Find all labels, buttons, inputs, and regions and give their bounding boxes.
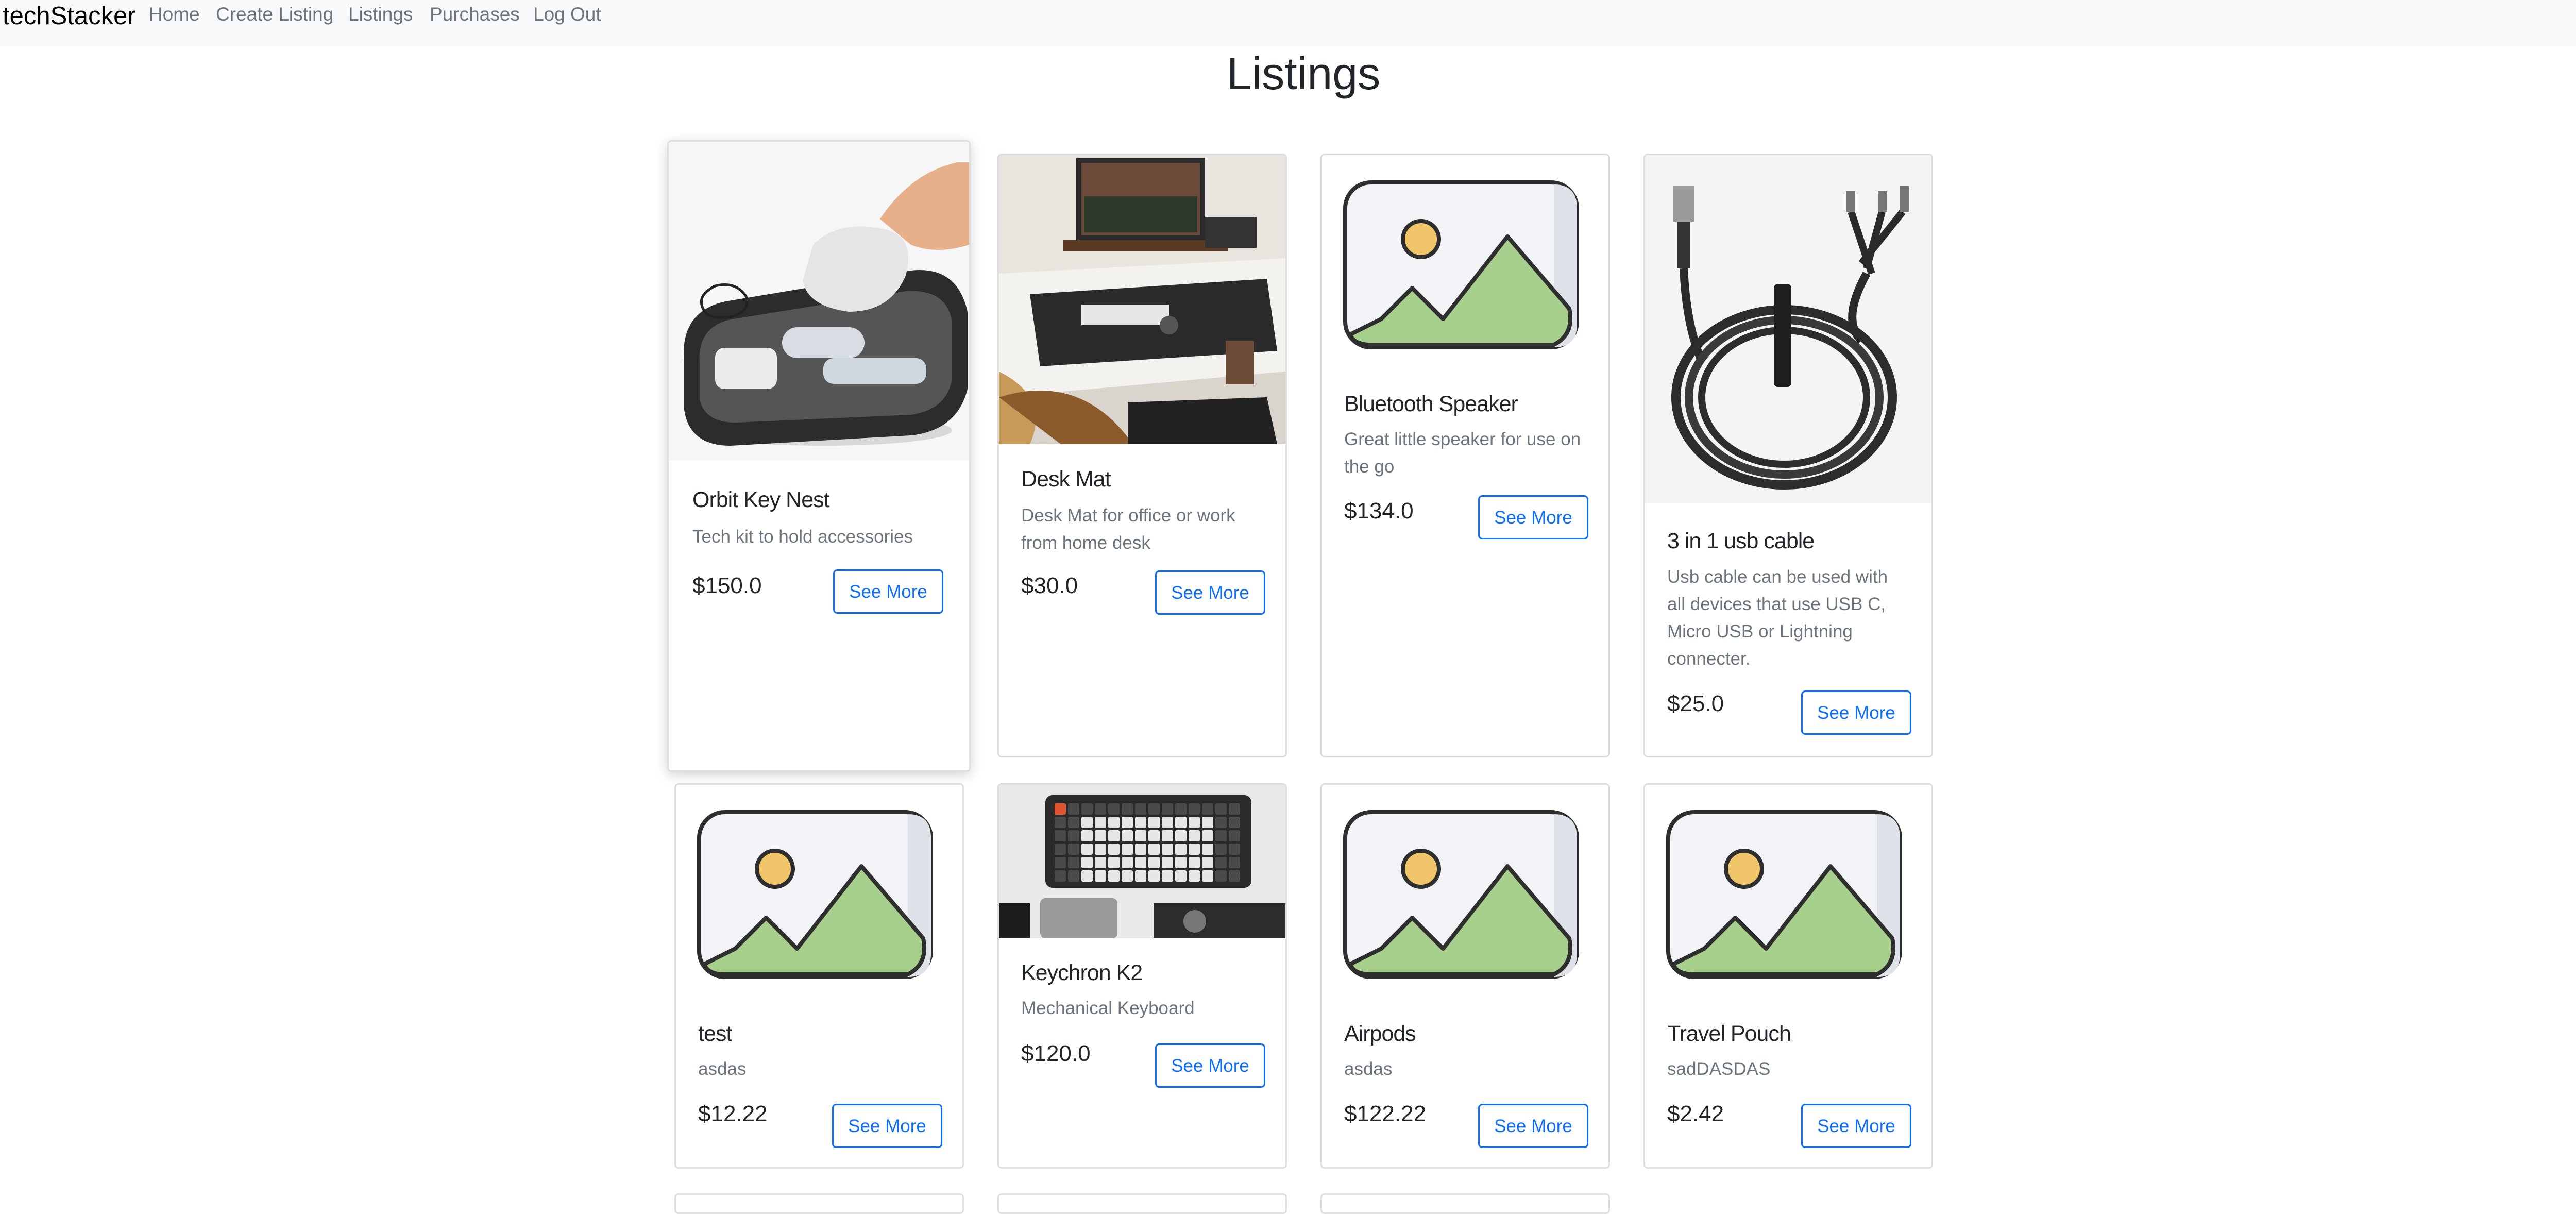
- image-placeholder-icon: [1343, 810, 1580, 980]
- listing-card: Desk Mat Desk Mat for office or work fro…: [997, 154, 1287, 757]
- listing-title: Airpods: [1344, 1021, 1416, 1046]
- listing-title: Orbit Key Nest: [692, 487, 830, 512]
- listing-title: Desk Mat: [1021, 467, 1111, 492]
- see-more-button[interactable]: See More: [1155, 1043, 1265, 1088]
- nav-link-home[interactable]: Home: [149, 2, 200, 27]
- listing-price: $2.42: [1667, 1101, 1724, 1126]
- listing-card: Orbit Key Nest Tech kit to hold accessor…: [667, 140, 971, 772]
- listing-title: 3 in 1 usb cable: [1667, 529, 1815, 553]
- listing-price: $12.22: [698, 1101, 768, 1126]
- page-title: Listings: [1226, 48, 1381, 99]
- see-more-button[interactable]: See More: [1155, 570, 1265, 615]
- nav-link-create-listing[interactable]: Create Listing: [216, 2, 333, 27]
- listing-description: Tech kit to hold accessories: [692, 527, 913, 547]
- listing-description: Desk Mat for office or work from home de…: [1021, 505, 1235, 553]
- listing-price: $25.0: [1667, 691, 1724, 716]
- image-placeholder-icon: [1343, 180, 1580, 350]
- listing-price: $134.0: [1344, 498, 1414, 524]
- listing-price: $120.0: [1021, 1041, 1091, 1066]
- listing-title: Keychron K2: [1021, 960, 1143, 985]
- listing-card: test asdas $12.22 See More: [674, 783, 964, 1169]
- listing-card: Bluetooth Speaker Great little speaker f…: [1320, 154, 1610, 757]
- listing-image: [669, 142, 969, 461]
- listing-image: [999, 785, 1285, 938]
- listing-title: Travel Pouch: [1667, 1021, 1791, 1046]
- see-more-button[interactable]: See More: [832, 1104, 942, 1148]
- listing-image: [999, 155, 1285, 444]
- listing-price: $30.0: [1021, 573, 1078, 598]
- see-more-button[interactable]: See More: [833, 569, 943, 614]
- see-more-button[interactable]: See More: [1478, 495, 1588, 539]
- nav-link-log-out[interactable]: Log Out: [533, 2, 601, 27]
- see-more-button[interactable]: See More: [1801, 690, 1911, 735]
- listing-card: [1320, 1193, 1610, 1214]
- listing-card: 3 in 1 usb cable Usb cable can be used w…: [1643, 154, 1933, 757]
- listing-description: Usb cable can be used with all devices t…: [1667, 567, 1888, 669]
- image-placeholder-icon: [697, 810, 934, 980]
- nav-link-purchases[interactable]: Purchases: [430, 2, 520, 27]
- listing-description: Great little speaker for use on the go: [1344, 429, 1581, 477]
- listing-description: asdas: [698, 1059, 747, 1079]
- brand-logo[interactable]: techStacker: [3, 1, 136, 31]
- listing-card: [997, 1193, 1287, 1214]
- listing-price: $150.0: [692, 573, 762, 598]
- listing-card: [674, 1193, 964, 1214]
- listing-image: [1645, 155, 1931, 503]
- listing-title: Bluetooth Speaker: [1344, 392, 1518, 416]
- listing-description: Mechanical Keyboard: [1021, 998, 1195, 1018]
- listing-card: Keychron K2 Mechanical Keyboard $120.0 S…: [997, 783, 1287, 1169]
- listing-card: Airpods asdas $122.22 See More: [1320, 783, 1610, 1169]
- listing-title: test: [698, 1021, 732, 1046]
- image-placeholder-icon: [1666, 810, 1903, 980]
- listing-description: sadDASDAS: [1667, 1059, 1771, 1079]
- listing-price: $122.22: [1344, 1101, 1427, 1126]
- see-more-button[interactable]: See More: [1478, 1104, 1588, 1148]
- nav-link-listings[interactable]: Listings: [348, 2, 413, 27]
- see-more-button[interactable]: See More: [1801, 1104, 1911, 1148]
- listing-card: Travel Pouch sadDASDAS $2.42 See More: [1643, 783, 1933, 1169]
- listing-description: asdas: [1344, 1059, 1393, 1079]
- navbar: techStacker Home Create Listing Listings…: [0, 0, 2576, 46]
